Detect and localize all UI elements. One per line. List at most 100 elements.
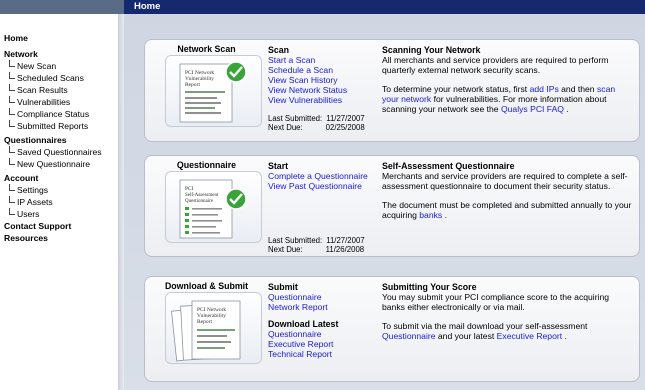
sidebar-item-label: IP Assets (17, 197, 53, 207)
doc-title-line2: Self-Assessment (185, 193, 219, 198)
main-content: Network Scan PCI Network Vulnerability R… (124, 14, 645, 390)
self-assessment-heading: Self-Assessment Questionnaire (382, 161, 515, 171)
view-scan-history-link[interactable]: View Scan History (268, 75, 376, 85)
sidebar-item-resources[interactable]: Resources (4, 233, 48, 244)
sidebar-item-settings[interactable]: Settings (9, 184, 48, 196)
complete-questionnaire-link[interactable]: Complete a Questionnaire (268, 171, 376, 181)
sidebar-item-vulnerabilities[interactable]: Vulnerabilities (9, 96, 70, 108)
questionnaire-thumbnail: Questionnaire PCI Self-Assessment Questi… (155, 156, 262, 258)
questionnaire-document-icon: PCI Self-Assessment Questionnaire (165, 171, 262, 243)
thumbnail-title: Questionnaire (176, 160, 237, 170)
self-assessment-text: Merchants and service providers are requ… (382, 171, 628, 191)
start-heading: Start (268, 161, 289, 171)
document-illustration: PCI Network Vulnerability Report (171, 300, 241, 362)
sidebar-item-label: Submitted Reports (17, 121, 89, 131)
sidebar-item-contact-support[interactable]: Contact Support (4, 221, 71, 232)
sidebar-item-label: Account (4, 173, 39, 183)
scanning-info-text: All merchants and service providers are … (382, 55, 609, 75)
submitting-text: You may submit your PCI compliance score… (382, 292, 610, 312)
sidebar-item-compliance-status[interactable]: Compliance Status (9, 108, 89, 120)
qualys-pci-faq-link[interactable]: Qualys PCI FAQ (501, 104, 564, 114)
scanning-info-heading: Scanning Your Network (382, 45, 481, 55)
sidebar-item-label: Questionnaires (4, 135, 67, 145)
questionnaire-link[interactable]: Questionnaire (382, 331, 436, 341)
submit-network-report-link[interactable]: Network Report (268, 302, 376, 312)
sidebar-item-label: New Scan (17, 61, 57, 71)
scanning-instructions: To determine your network status, first … (382, 84, 632, 114)
sidebar-item-label: Settings (17, 185, 49, 195)
report-document-icon: PCI Network Vulnerability Report (165, 55, 262, 127)
sidebar-item-scheduled-scans[interactable]: Scheduled Scans (9, 72, 84, 84)
tree-connector-icon (9, 146, 15, 153)
scanning-info: Scanning Your Network All merchants and … (382, 45, 632, 114)
tree-connector-icon (9, 208, 15, 215)
last-submitted-value: 11/27/2007 (326, 114, 365, 123)
sidebar-item-scan-results[interactable]: Scan Results (9, 84, 68, 96)
scan-actions: Scan Start a Scan Schedule a Scan View S… (268, 45, 376, 105)
thumbnail-title: Download & Submit (164, 281, 249, 291)
thumbnail-title: Network Scan (177, 44, 236, 54)
download-submit-thumbnail: Download & Submit PCI Network Vulnerabil… (155, 277, 262, 383)
download-executive-report-link[interactable]: Executive Report (268, 339, 376, 349)
doc-title-line3: Report (197, 319, 212, 325)
sidebar-item-ip-assets[interactable]: IP Assets (9, 196, 53, 208)
sidebar-item-account[interactable]: Account (4, 173, 38, 184)
download-questionnaire-link[interactable]: Questionnaire (268, 329, 376, 339)
last-submitted-label: Last Submitted: (268, 114, 323, 123)
sidebar-item-network[interactable]: Network (4, 49, 38, 60)
sidebar-item-label: Network (4, 49, 38, 59)
last-submitted-value: 11/27/2007 (326, 236, 365, 245)
view-network-status-link[interactable]: View Network Status (268, 85, 376, 95)
download-technical-report-link[interactable]: Technical Report (268, 349, 376, 359)
submit-questionnaire-link[interactable]: Questionnaire (268, 292, 376, 302)
instructions-text: . (564, 104, 569, 114)
sidebar-item-label: Scan Results (17, 85, 68, 95)
next-due-value: 11/26/2008 (325, 245, 365, 254)
sidebar-item-label: Resources (4, 233, 48, 243)
submitting-heading: Submitting Your Score (382, 282, 477, 292)
sidebar-item-home[interactable]: Home (4, 33, 28, 44)
tree-connector-icon (9, 158, 15, 165)
submitting-instructions: To submit via the mail download your sel… (382, 321, 632, 341)
questionnaire-dates: Last Submitted: 11/27/2007 Next Due: 11/26… (268, 236, 365, 254)
start-scan-link[interactable]: Start a Scan (268, 55, 376, 65)
tree-connector-icon (9, 196, 15, 203)
view-past-questionnaire-link[interactable]: View Past Questionnaire (268, 181, 376, 191)
banks-link[interactable]: banks (419, 210, 442, 220)
network-scan-thumbnail: Network Scan PCI Network Vulnerability R… (155, 40, 262, 143)
tree-connector-icon (9, 84, 15, 91)
next-due-label: Next Due: (268, 245, 303, 254)
add-ips-link[interactable]: add IPs (530, 84, 559, 94)
sidebar-item-label: New Questionnaire (17, 159, 91, 169)
sidebar-item-new-scan[interactable]: New Scan (9, 60, 56, 72)
instructions-text: . (562, 331, 567, 341)
schedule-scan-link[interactable]: Schedule a Scan (268, 65, 376, 75)
page-title: Home (124, 0, 645, 14)
sidebar-item-saved-questionnaires[interactable]: Saved Questionnaires (9, 146, 102, 158)
last-submitted-label: Last Submitted: (268, 236, 323, 245)
doc-title-line3: Questionnaire (185, 199, 214, 204)
questionnaire-panel: Questionnaire PCI Self-Assessment Questi… (144, 155, 640, 257)
doc-title-line3: Report (185, 82, 200, 88)
sidebar-item-label: Contact Support (4, 221, 72, 231)
instructions-text: To determine your network status, first (382, 84, 530, 94)
download-submit-panel: Download & Submit PCI Network Vulnerabil… (144, 276, 640, 382)
instructions-text: and your latest (435, 331, 497, 341)
note-text: . (442, 210, 447, 220)
next-due-label: Next Due: (268, 123, 303, 132)
sidebar-item-questionnaires[interactable]: Questionnaires (4, 135, 67, 146)
doc-title-line1: PCI (185, 186, 194, 192)
executive-report-link[interactable]: Executive Report (497, 331, 562, 341)
tree-connector-icon (9, 72, 15, 79)
sidebar-item-label: Compliance Status (17, 109, 90, 119)
view-vulnerabilities-link[interactable]: View Vulnerabilities (268, 95, 376, 105)
instructions-text: To submit via the mail download your sel… (382, 321, 588, 331)
sidebar-item-users[interactable]: Users (9, 208, 39, 220)
submit-heading: Submit (268, 282, 298, 292)
tree-connector-icon (9, 108, 15, 115)
tree-connector-icon (9, 96, 15, 103)
sidebar-item-label: Users (17, 209, 40, 219)
sidebar-item-submitted-reports[interactable]: Submitted Reports (9, 120, 88, 132)
sidebar-item-new-questionnaire[interactable]: New Questionnaire (9, 158, 90, 170)
self-assessment-note: The document must be completed and submi… (382, 200, 632, 220)
